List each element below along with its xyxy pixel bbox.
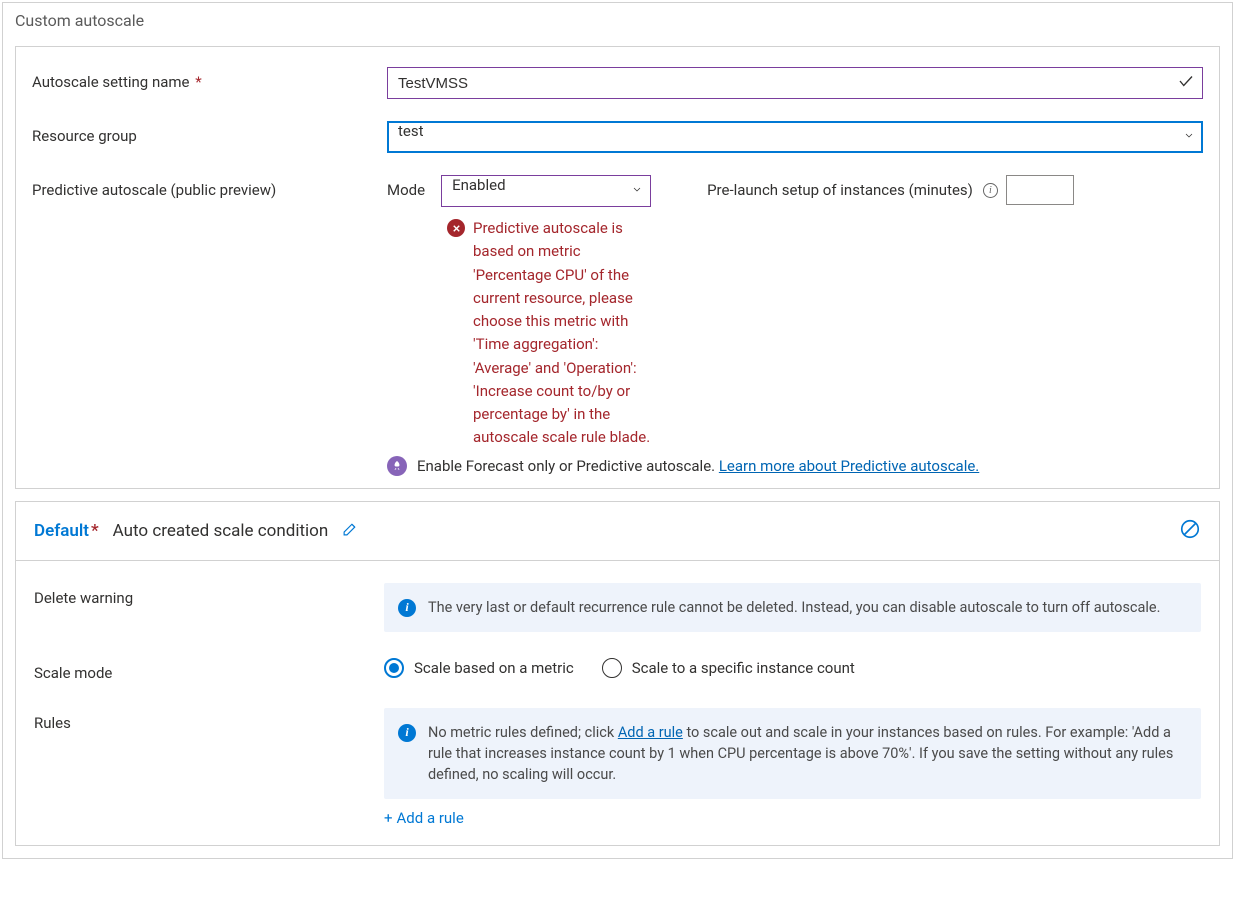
scale-mode-metric-radio[interactable]: Scale based on a metric (384, 658, 574, 678)
delete-condition-disabled-icon (1179, 518, 1201, 544)
autoscale-name-label: Autoscale setting name * (32, 67, 387, 91)
learn-more-predictive-link[interactable]: Learn more about Predictive autoscale. (719, 457, 979, 475)
scale-condition-name: Auto created scale condition (113, 521, 329, 541)
delete-warning-banner: The very last or default recurrence rule… (384, 583, 1201, 632)
predictive-mode-select[interactable]: Enabled (441, 175, 651, 207)
scale-mode-radio-group: Scale based on a metric Scale to a speci… (384, 658, 1201, 678)
prelaunch-label: Pre-launch setup of instances (minutes) (707, 181, 973, 199)
error-icon (447, 219, 465, 237)
scale-mode-label: Scale mode (34, 658, 384, 682)
prelaunch-minutes-input[interactable] (1006, 175, 1074, 205)
autoscale-name-input[interactable] (387, 67, 1203, 99)
predictive-error-message: Predictive autoscale is based on metric … (447, 217, 657, 450)
info-icon (398, 724, 416, 742)
scale-mode-count-radio[interactable]: Scale to a specific instance count (602, 658, 855, 678)
panel-title: Custom autoscale (3, 3, 1232, 34)
resource-group-select[interactable]: test (387, 121, 1203, 153)
rocket-icon (387, 456, 407, 476)
autoscale-settings-box: Autoscale setting name * Resource group (15, 46, 1220, 489)
scale-condition-header: Default* Auto created scale condition (16, 502, 1219, 561)
plus-icon: + (384, 809, 393, 827)
mode-label: Mode (387, 175, 425, 199)
add-rule-button[interactable]: + Add a rule (384, 809, 1201, 827)
add-a-rule-inline-link[interactable]: Add a rule (618, 724, 683, 741)
custom-autoscale-panel: Custom autoscale Autoscale setting name … (2, 2, 1233, 859)
edit-condition-name-button[interactable] (342, 520, 359, 541)
forecast-info-row: Enable Forecast only or Predictive autos… (32, 456, 1203, 476)
delete-warning-label: Delete warning (34, 583, 384, 607)
info-icon (398, 599, 416, 617)
info-icon[interactable] (983, 183, 998, 198)
rules-label: Rules (34, 708, 384, 732)
default-condition-badge: Default* (34, 521, 99, 541)
predictive-autoscale-label: Predictive autoscale (public preview) (32, 175, 387, 199)
scale-condition-panel: Default* Auto created scale condition De… (15, 501, 1220, 846)
resource-group-label: Resource group (32, 121, 387, 145)
no-rules-info-banner: No metric rules defined; click Add a rul… (384, 708, 1201, 799)
